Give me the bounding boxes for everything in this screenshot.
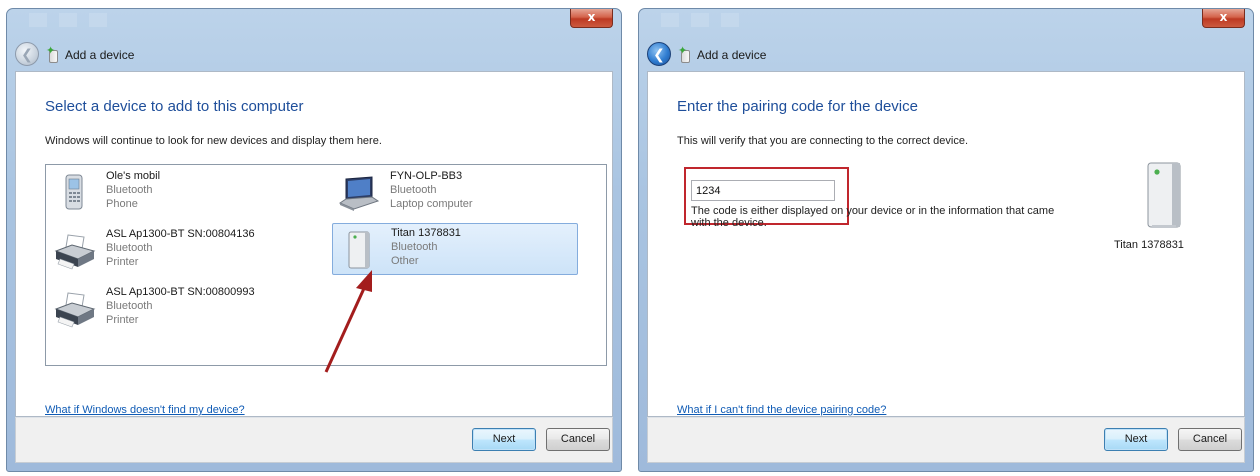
- wizard-content: Select a device to add to this computer …: [15, 71, 613, 417]
- back-button[interactable]: ❮: [15, 42, 39, 66]
- pairing-code-help-text: The code is either displayed on your dev…: [691, 205, 1055, 229]
- device-item-titan-1378831[interactable]: Titan 1378831 Bluetooth Other: [332, 223, 578, 275]
- wizard-content: Enter the pairing code for the device Th…: [647, 71, 1245, 417]
- device-item-fyn-olp-bb3[interactable]: FYN-OLP-BB3 Bluetooth Laptop computer: [332, 167, 578, 219]
- printer-icon: [54, 234, 96, 270]
- add-device-icon: ✦: [678, 45, 693, 63]
- device-name: FYN-OLP-BB3: [390, 170, 463, 182]
- back-arrow-icon: ❮: [21, 45, 33, 62]
- help-link-device-not-found[interactable]: What if Windows doesn't find my device?: [45, 404, 245, 416]
- device-name: ASL Ap1300-BT SN:00804136: [106, 228, 255, 240]
- cancel-button[interactable]: Cancel: [1178, 428, 1242, 451]
- device-type: Printer: [106, 256, 139, 268]
- device-connection: Bluetooth: [106, 242, 153, 254]
- add-device-icon: ✦: [46, 45, 61, 63]
- device-tower-icon: [1147, 162, 1181, 228]
- page-description: This will verify that you are connecting…: [677, 135, 969, 147]
- device-item-asl-printer-00800993[interactable]: ASL Ap1300-BT SN:00800993 Bluetooth Prin…: [48, 283, 294, 335]
- device-type: Other: [391, 255, 419, 267]
- device-connection: Bluetooth: [391, 241, 438, 253]
- page-heading: Select a device to add to this computer: [45, 98, 304, 115]
- add-device-window-pairing: x ❮ ✦ Add a device Enter the pairing cod…: [638, 8, 1254, 472]
- device-item-oles-mobil[interactable]: Ole's mobil Bluetooth Phone: [48, 167, 294, 219]
- device-tower-icon: [348, 231, 370, 269]
- device-list: Ole's mobil Bluetooth Phone FYN-OLP-BB3 …: [45, 164, 607, 366]
- back-button[interactable]: ❮: [647, 42, 671, 66]
- titlebar-glass-decoration: [29, 13, 107, 27]
- laptop-icon: [338, 176, 380, 211]
- window-title: Add a device: [697, 48, 767, 62]
- wizard-footer: Next Cancel: [647, 417, 1245, 463]
- cancel-button[interactable]: Cancel: [546, 428, 610, 451]
- device-type: Phone: [106, 198, 138, 210]
- navigation-bar: ❮ ✦ Add a device: [645, 36, 1247, 66]
- next-button[interactable]: Next: [472, 428, 536, 451]
- add-device-window-select: x ❮ ✦ Add a device Select a device to ad…: [6, 8, 622, 472]
- device-name: Titan 1378831: [391, 227, 461, 239]
- device-name: Ole's mobil: [106, 170, 161, 182]
- device-type: Printer: [106, 314, 139, 326]
- titlebar-glass-decoration: [661, 13, 739, 27]
- device-name-label: Titan 1378831: [1114, 239, 1184, 251]
- back-arrow-icon: ❮: [653, 45, 665, 62]
- phone-icon: [65, 174, 83, 210]
- device-type: Laptop computer: [390, 198, 473, 210]
- device-item-asl-printer-00804136[interactable]: ASL Ap1300-BT SN:00804136 Bluetooth Prin…: [48, 225, 294, 277]
- page-heading: Enter the pairing code for the device: [677, 98, 918, 115]
- close-button[interactable]: x: [570, 9, 613, 28]
- next-button[interactable]: Next: [1104, 428, 1168, 451]
- printer-icon: [54, 292, 96, 328]
- device-connection: Bluetooth: [106, 184, 153, 196]
- navigation-bar: ❮ ✦ Add a device: [13, 36, 615, 66]
- device-connection: Bluetooth: [390, 184, 437, 196]
- pairing-code-input[interactable]: [691, 180, 835, 201]
- device-connection: Bluetooth: [106, 300, 153, 312]
- device-name: ASL Ap1300-BT SN:00800993: [106, 286, 255, 298]
- close-button[interactable]: x: [1202, 9, 1245, 28]
- window-title: Add a device: [65, 48, 135, 62]
- help-link-pairing-code[interactable]: What if I can't find the device pairing …: [677, 404, 886, 416]
- wizard-footer: Next Cancel: [15, 417, 613, 463]
- page-description: Windows will continue to look for new de…: [45, 135, 382, 147]
